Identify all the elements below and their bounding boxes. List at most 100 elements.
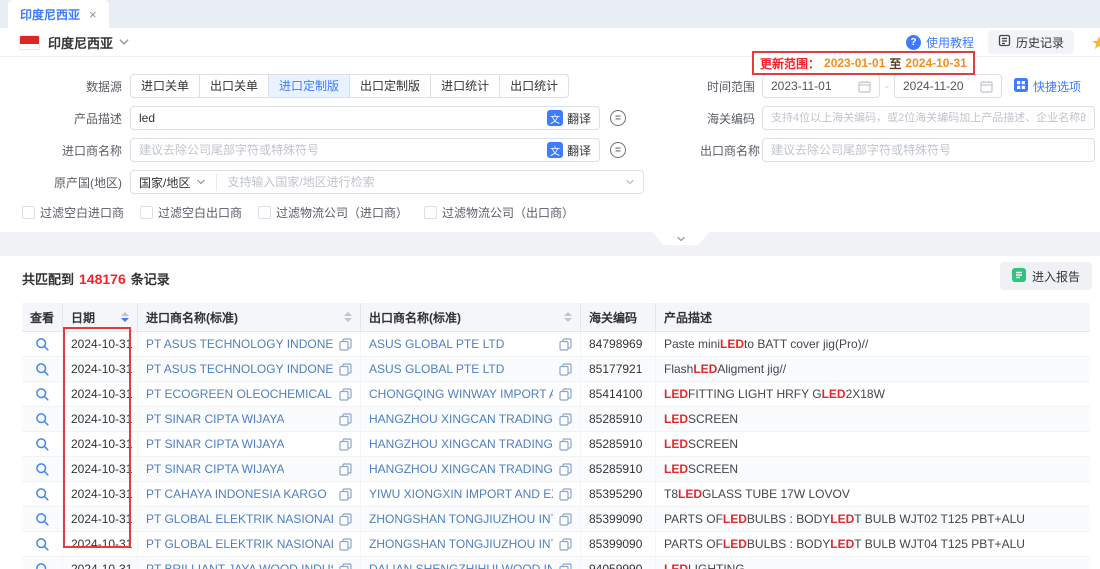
copy-icon[interactable] (553, 538, 572, 551)
date-from-input[interactable]: 2023-11-01 (762, 74, 880, 98)
exporter-link[interactable]: ZHONGSHAN TONGJIUZHOU INTERNA... (369, 512, 553, 526)
copy-icon[interactable] (553, 413, 572, 426)
copy-icon[interactable] (553, 338, 572, 351)
importer-link[interactable]: PT GLOBAL ELEKTRIK NASIONAL (146, 537, 333, 551)
importer-translate-button[interactable]: 文 翻译 (547, 142, 591, 159)
importer-link[interactable]: PT SINAR CIPTA WIJAYA (146, 462, 284, 476)
filter-checkbox[interactable]: 过滤物流公司（进口商） (258, 204, 408, 221)
collapse-toggle[interactable] (653, 232, 709, 245)
copy-icon[interactable] (333, 463, 352, 476)
source-tab[interactable]: 出口关单 (199, 74, 269, 98)
hs-code-row: 海关编码 (700, 106, 1095, 130)
importer-link[interactable]: PT ECOGREEN OLEOCHEMICALS (146, 387, 333, 401)
exporter-link[interactable]: ZHONGSHAN TONGJIUZHOU INTERNA... (369, 537, 553, 551)
exporter-link[interactable]: DALIAN SHENGZHIHUI WOOD INDUST... (369, 562, 553, 569)
importer-link[interactable]: PT GLOBAL ELEKTRIK NASIONAL (146, 512, 333, 526)
exporter-link[interactable]: CHONGQING WINWAY IMPORT AND E... (369, 387, 553, 401)
origin-select[interactable]: 国家/地区 (139, 174, 217, 191)
date-to-input[interactable]: 2024-11-20 (894, 74, 1002, 98)
exporter-link[interactable]: HANGZHOU XINGCAN TRADING CO LTD (369, 412, 553, 426)
exporter-link[interactable]: YIWU XIONGXIN IMPORT AND EXPORT... (369, 487, 553, 501)
quick-options-button[interactable]: 快捷选项 (1014, 78, 1081, 95)
filter-checkbox[interactable]: 过滤空白进口商 (22, 204, 124, 221)
checkbox-icon[interactable] (258, 206, 271, 219)
importer-link[interactable]: PT CAHAYA INDONESIA KARGO (146, 487, 327, 501)
filter-form: 数据源 进口关单出口关单进口定制版出口定制版进口统计出口统计 时间范围 2023… (0, 57, 1100, 232)
exact-match-circle-icon[interactable]: = (610, 110, 626, 126)
filter-checkbox[interactable]: 过滤物流公司（出口商） (424, 204, 574, 221)
sort-icon[interactable] (121, 312, 129, 322)
copy-icon[interactable] (553, 513, 572, 526)
hs-code-input[interactable] (771, 112, 1086, 124)
copy-icon[interactable] (333, 338, 352, 351)
exporter-link[interactable]: ASUS GLOBAL PTE LTD (369, 362, 504, 376)
header-cell[interactable]: 进口商名称(标准) (137, 303, 360, 331)
source-tab[interactable]: 进口统计 (430, 74, 500, 98)
source-tab[interactable]: 进口定制版 (268, 74, 350, 98)
magnifier-icon[interactable] (35, 337, 49, 351)
exporter-name-label: 出口商名称 (700, 142, 755, 159)
copy-icon[interactable] (333, 363, 352, 376)
magnifier-icon[interactable] (35, 562, 49, 569)
exporter-link[interactable]: ASUS GLOBAL PTE LTD (369, 337, 504, 351)
header-cell[interactable]: 出口商名称(标准) (360, 303, 580, 331)
exporter-link[interactable]: HANGZHOU XINGCAN TRADING CO LTD (369, 462, 553, 476)
copy-icon[interactable] (333, 513, 352, 526)
tab-close-icon[interactable]: × (89, 7, 97, 22)
importer-link[interactable]: PT SINAR CIPTA WIJAYA (146, 437, 284, 451)
magnifier-icon[interactable] (35, 487, 49, 501)
copy-icon[interactable] (333, 388, 352, 401)
source-tab[interactable]: 进口关单 (130, 74, 200, 98)
column-label: 日期 (71, 309, 95, 326)
product-translate-button[interactable]: 文 翻译 (547, 110, 591, 127)
copy-icon[interactable] (333, 488, 352, 501)
source-tab[interactable]: 出口统计 (499, 74, 569, 98)
copy-icon[interactable] (553, 463, 572, 476)
translate-label: 翻译 (567, 110, 591, 127)
importer-link[interactable]: PT ASUS TECHNOLOGY INDONESIA BA... (146, 362, 333, 376)
checkbox-icon[interactable] (22, 206, 35, 219)
copy-icon[interactable] (553, 363, 572, 376)
tutorial-button[interactable]: ? 使用教程 (906, 34, 974, 51)
copy-icon[interactable] (333, 438, 352, 451)
magnifier-icon[interactable] (35, 462, 49, 476)
origin-search-input[interactable] (227, 175, 625, 189)
header-cell[interactable]: 日期 (62, 303, 137, 331)
source-tab[interactable]: 出口定制版 (349, 74, 431, 98)
copy-icon[interactable] (333, 538, 352, 551)
product-desc-input[interactable] (139, 111, 541, 125)
sort-icon[interactable] (344, 312, 352, 322)
importer-link[interactable]: PT ASUS TECHNOLOGY INDONESIA BA... (146, 337, 333, 351)
history-button[interactable]: 历史记录 (988, 30, 1074, 54)
browser-tab[interactable]: 印度尼西亚 × (8, 0, 109, 28)
copy-icon[interactable] (553, 438, 572, 451)
magnifier-icon[interactable] (35, 412, 49, 426)
date-cell: 2024-10-31 (62, 532, 137, 556)
copy-icon[interactable] (333, 413, 352, 426)
magnifier-icon[interactable] (35, 537, 49, 551)
importer-link[interactable]: PT SINAR CIPTA WIJAYA (146, 412, 284, 426)
chevron-down-icon[interactable] (118, 36, 130, 48)
filter-checkbox[interactable]: 过滤空白出口商 (140, 204, 242, 221)
checkbox-label: 过滤物流公司（进口商） (276, 204, 408, 221)
favorite-star-icon[interactable]: ★ (1091, 33, 1100, 54)
importer-name-input[interactable] (139, 143, 541, 157)
highlighted-term: LED (693, 362, 717, 376)
importer-link[interactable]: PT BRILLIANT JAYA WOOD INDUSTRY (146, 562, 333, 569)
copy-icon[interactable] (553, 488, 572, 501)
magnifier-icon[interactable] (35, 387, 49, 401)
copy-icon[interactable] (333, 563, 352, 569)
exporter-link[interactable]: HANGZHOU XINGCAN TRADING CO LTD (369, 437, 553, 451)
exact-match-circle-icon[interactable]: = (610, 142, 626, 158)
copy-icon[interactable] (553, 563, 572, 569)
sort-icon[interactable] (564, 312, 572, 322)
date-cell: 2024-10-31 (62, 507, 137, 531)
magnifier-icon[interactable] (35, 512, 49, 526)
checkbox-icon[interactable] (140, 206, 153, 219)
copy-icon[interactable] (553, 388, 572, 401)
magnifier-icon[interactable] (35, 437, 49, 451)
magnifier-icon[interactable] (35, 362, 49, 376)
report-button[interactable]: 进入报告 (1000, 262, 1092, 290)
exporter-name-input[interactable] (771, 143, 1086, 157)
checkbox-icon[interactable] (424, 206, 437, 219)
